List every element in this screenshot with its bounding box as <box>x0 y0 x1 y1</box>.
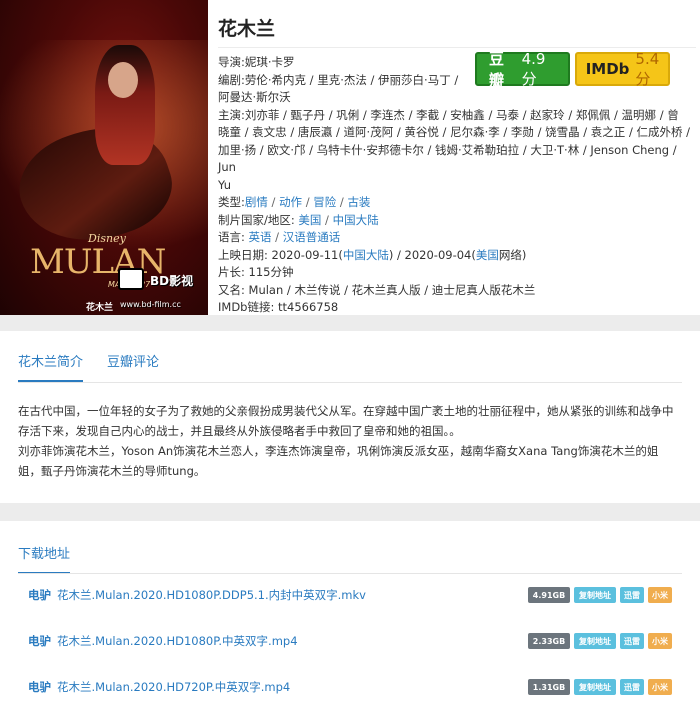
download-card: 下载地址 电驴 花木兰.Mulan.2020.HD1080P.DDP5.1.内封… <box>0 521 700 711</box>
synopsis-card: 花木兰简介 豆瓣评论 在古代中国，一位年轻的女子为了救她的父亲假扮成男装代父从军… <box>0 331 700 503</box>
region-link-us[interactable]: 美国 <box>298 213 321 227</box>
xiaomi-button[interactable]: 小米 <box>648 587 672 603</box>
director: 妮琪·卡罗 <box>244 55 295 69</box>
file-size-badge: 2.33GB <box>528 633 570 649</box>
imdb-id: tt4566758 <box>278 300 339 314</box>
protocol-label: 电驴 <box>28 588 51 602</box>
douban-rating-badge[interactable]: 豆瓣 4.9分 <box>475 50 570 89</box>
download-item[interactable]: 电驴 花木兰.Mulan.2020.HD1080P.中英双字.mp4 2.33G… <box>28 631 672 651</box>
genre-row: 类型:剧情 / 动作 / 冒险 / 古装 <box>218 195 371 209</box>
download-link[interactable]: 花木兰.Mulan.2020.HD720P.中英双字.mp4 <box>57 679 290 695</box>
watermark-url: www.bd-film.cc <box>120 300 181 309</box>
watermark-logo: BD影视 <box>150 274 194 288</box>
download-divider <box>18 573 682 574</box>
language-link-en[interactable]: 英语 <box>249 230 272 244</box>
language-link-zh[interactable]: 汉语普通话 <box>283 230 341 244</box>
movie-info-card: Disney MULAN MARCH 27 BD影视 花木兰 www.bd-fi… <box>0 0 700 315</box>
imdb-row: IMDb链接: tt4566758 <box>218 300 339 314</box>
cast-row: 主演:刘亦菲 / 甄子丹 / 巩俐 / 李连杰 / 李截 / 安柚鑫 / 马泰 … <box>218 107 691 192</box>
tab-synopsis[interactable]: 花木兰简介 <box>18 351 84 382</box>
xunlei-button[interactable]: 迅雷 <box>620 633 644 649</box>
watermark-cn: 花木兰 <box>86 303 114 313</box>
ratings: 豆瓣 4.9分 IMDb 5.4分 <box>475 50 670 89</box>
tab-douban-reviews[interactable]: 豆瓣评论 <box>107 351 159 382</box>
download-tags: 2.33GB 复制地址 迅雷 小米 <box>528 633 672 649</box>
synopsis-text: 在古代中国，一位年轻的女子为了救她的父亲假扮成男装代父从军。在穿越中国广袤土地的… <box>18 401 678 481</box>
language-row: 语言: 英语 / 汉语普通话 <box>218 230 341 244</box>
protocol-label: 电驴 <box>28 634 51 648</box>
poster-title: MULAN <box>30 242 166 282</box>
release-row: 上映日期: 2020-09-11(中国大陆) / 2020-09-04(美国网络… <box>218 247 527 262</box>
genre-link-adventure[interactable]: 冒险 <box>313 195 336 209</box>
xunlei-button[interactable]: 迅雷 <box>620 587 644 603</box>
clapperboard-icon <box>118 268 144 290</box>
xiaomi-button[interactable]: 小米 <box>648 679 672 695</box>
writers-row: 编剧:劳伦·希内克 / 里克·杰法 / 伊丽莎白·马丁 / 阿曼达·斯尔沃 <box>218 72 459 105</box>
region-link-cn[interactable]: 中国大陆 <box>333 213 379 227</box>
genre-link-action[interactable]: 动作 <box>279 195 302 209</box>
genre-link-costume[interactable]: 古装 <box>347 195 370 209</box>
aka-row: 又名: Mulan / 木兰传说 / 花木兰真人版 / 迪士尼真人版花木兰 <box>218 282 536 297</box>
genre-link-drama[interactable]: 剧情 <box>245 195 268 209</box>
download-link[interactable]: 花木兰.Mulan.2020.HD1080P.DDP5.1.内封中英双字.mkv <box>57 587 366 603</box>
region-row: 制片国家/地区: 美国 / 中国大陆 <box>218 212 379 227</box>
tab-bar: 花木兰简介 豆瓣评论 <box>18 351 159 382</box>
imdb-rating-badge[interactable]: IMDb 5.4分 <box>575 50 670 88</box>
synopsis-paragraph: 刘亦菲饰演花木兰，Yoson An饰演花木兰恋人，李连杰饰演皇帝，巩俐饰演反派女… <box>18 444 659 478</box>
protocol-label: 电驴 <box>28 680 51 694</box>
download-link[interactable]: 花木兰.Mulan.2020.HD1080P.中英双字.mp4 <box>57 633 298 649</box>
release-place-cn[interactable]: 中国大陆 <box>343 248 389 262</box>
copy-link-button[interactable]: 复制地址 <box>574 587 616 603</box>
movie-title: 花木兰 <box>218 14 696 48</box>
download-tags: 4.91GB 复制地址 迅雷 小米 <box>528 587 672 603</box>
synopsis-paragraph: 在古代中国，一位年轻的女子为了救她的父亲假扮成男装代父从军。在穿越中国广袤土地的… <box>18 404 674 438</box>
tab-divider <box>18 382 682 383</box>
file-size-badge: 4.91GB <box>528 587 570 603</box>
xunlei-button[interactable]: 迅雷 <box>620 679 644 695</box>
release-place-us[interactable]: 美国 <box>476 248 499 262</box>
runtime-row: 片长: 115分钟 <box>218 265 294 279</box>
copy-link-button[interactable]: 复制地址 <box>574 633 616 649</box>
copy-link-button[interactable]: 复制地址 <box>574 679 616 695</box>
download-tags: 1.31GB 复制地址 迅雷 小米 <box>528 679 672 695</box>
director-row: 导演:妮琪·卡罗 <box>218 55 295 69</box>
file-size-badge: 1.31GB <box>528 679 570 695</box>
download-section-title[interactable]: 下载地址 <box>18 543 71 574</box>
download-item[interactable]: 电驴 花木兰.Mulan.2020.HD1080P.DDP5.1.内封中英双字.… <box>28 585 672 605</box>
xiaomi-button[interactable]: 小米 <box>648 633 672 649</box>
download-item[interactable]: 电驴 花木兰.Mulan.2020.HD720P.中英双字.mp4 1.31GB… <box>28 677 672 697</box>
movie-poster: Disney MULAN MARCH 27 BD影视 花木兰 www.bd-fi… <box>0 0 208 315</box>
